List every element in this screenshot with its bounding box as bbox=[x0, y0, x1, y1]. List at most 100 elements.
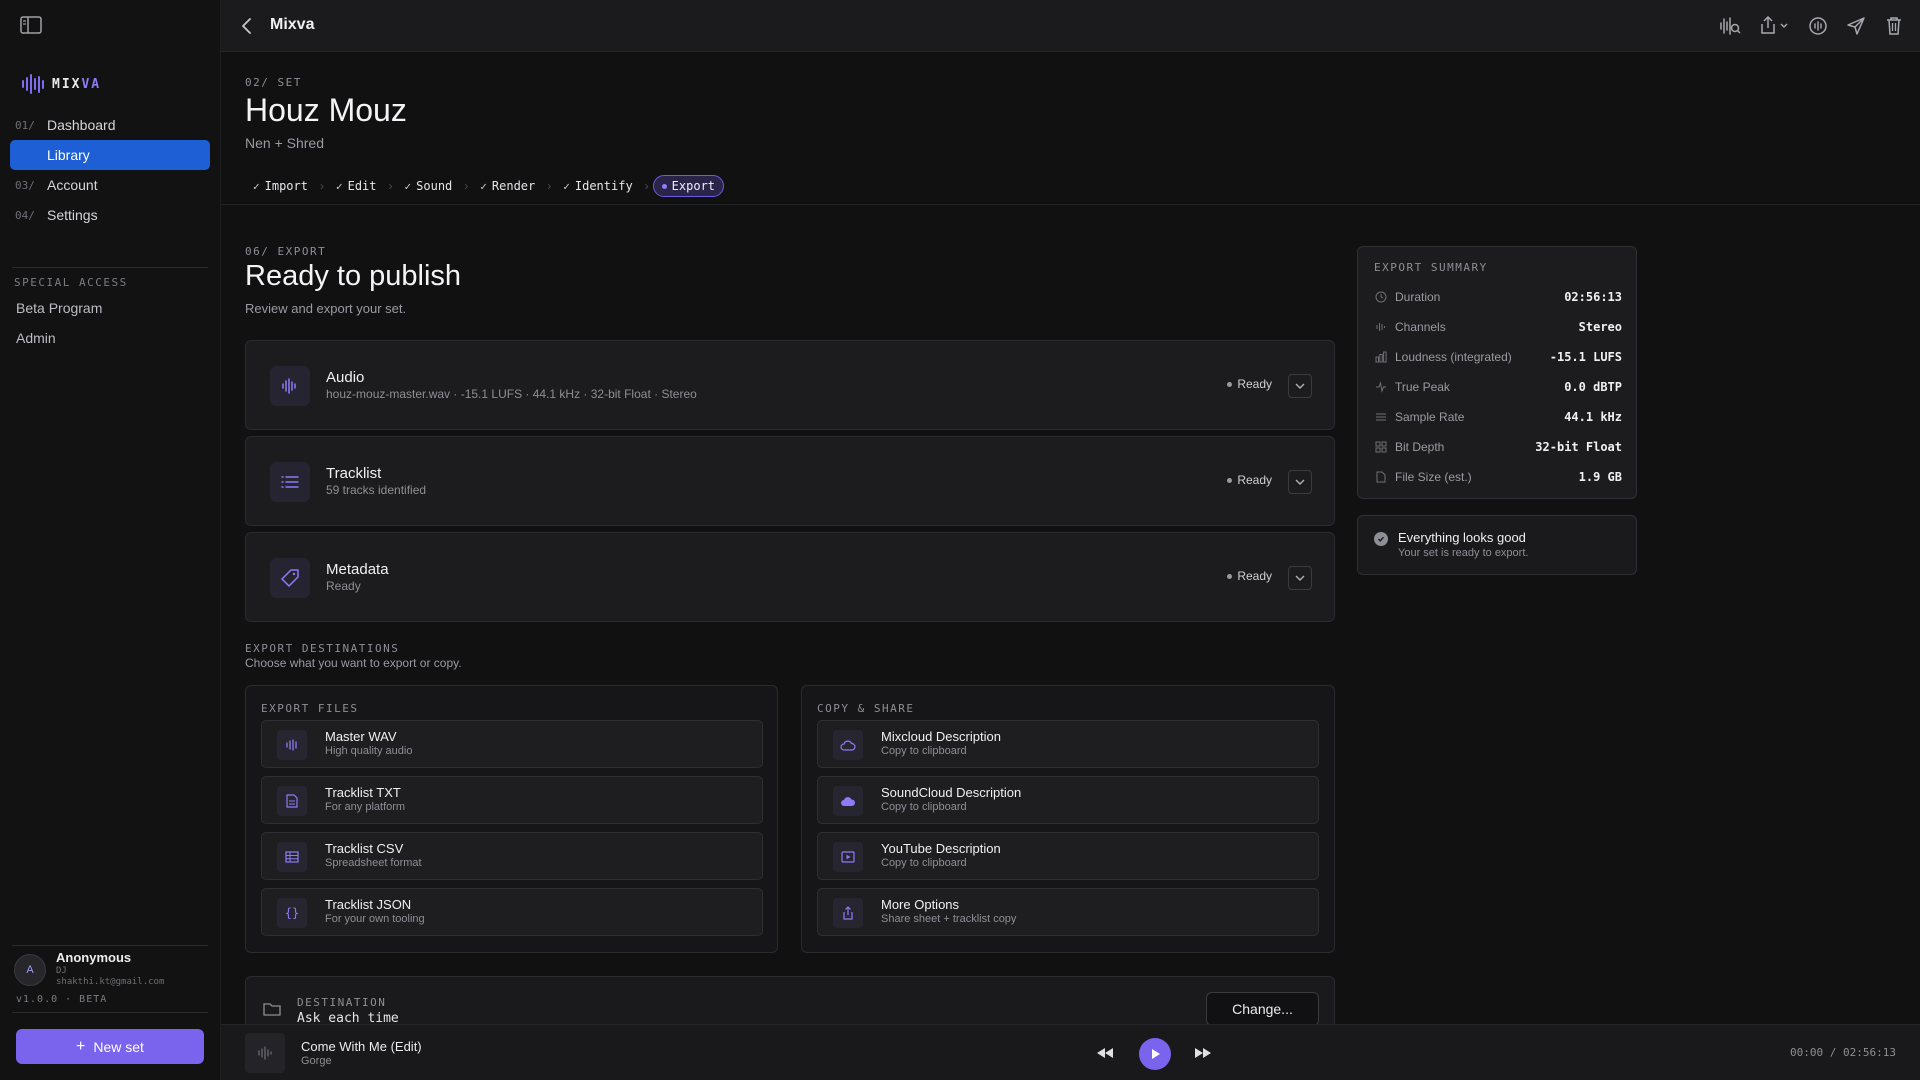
table-icon bbox=[277, 842, 307, 872]
youtube-description-option[interactable]: YouTube Description Copy to clipboard bbox=[817, 832, 1319, 880]
play-box-icon bbox=[833, 842, 863, 872]
summary-row-file-size: File Size (est.) 1.9 GB bbox=[1374, 467, 1622, 487]
panel-title: COPY & SHARE bbox=[817, 702, 915, 715]
special-access-heading: SPECIAL ACCESS bbox=[14, 276, 128, 289]
section-kicker: 06/ EXPORT bbox=[245, 245, 327, 258]
loudness-icon bbox=[1374, 350, 1388, 364]
more-options-option[interactable]: More Options Share sheet + tracklist cop… bbox=[817, 888, 1319, 936]
option-title: Tracklist JSON bbox=[325, 897, 412, 912]
export-files-panel: EXPORT FILES Master WAV High quality aud… bbox=[245, 685, 778, 953]
app-logo[interactable]: MIXVA bbox=[22, 74, 101, 94]
new-set-button[interactable]: + New set bbox=[16, 1029, 204, 1064]
top-bar: Mixva bbox=[221, 0, 1920, 52]
play-button[interactable] bbox=[1139, 1038, 1171, 1070]
folder-icon bbox=[263, 1002, 281, 1019]
user-role: DJ bbox=[56, 966, 67, 976]
sidebar-item-account[interactable]: 03/ Account bbox=[10, 170, 210, 200]
metadata-check-card[interactable]: Metadata Ready Ready bbox=[245, 532, 1335, 622]
step-label: Identify bbox=[574, 179, 633, 193]
send-icon[interactable] bbox=[1844, 14, 1868, 38]
logo-text: MIXVA bbox=[52, 76, 102, 92]
step-import[interactable]: ✓ Import bbox=[245, 175, 316, 197]
steps-divider bbox=[221, 204, 1920, 205]
track-title: Come With Me (Edit) bbox=[301, 1039, 422, 1054]
option-title: More Options bbox=[881, 897, 960, 912]
check-circle-icon bbox=[1374, 532, 1388, 546]
audio-check-card[interactable]: Audio houz-mouz-master.wav · -15.1 LUFS … bbox=[245, 340, 1335, 430]
status-badge: Ready bbox=[1227, 569, 1272, 583]
option-subtitle: For your own tooling bbox=[325, 913, 425, 925]
sidebar-item-admin[interactable]: Admin bbox=[16, 330, 56, 346]
expand-chevron-icon[interactable] bbox=[1288, 470, 1312, 494]
file-icon bbox=[1374, 470, 1388, 484]
rewind-icon[interactable] bbox=[1093, 1041, 1117, 1065]
mixcloud-description-option[interactable]: Mixcloud Description Copy to clipboard bbox=[817, 720, 1319, 768]
option-subtitle: Spreadsheet format bbox=[325, 857, 422, 869]
sidebar-item-beta-program[interactable]: Beta Program bbox=[16, 300, 102, 316]
chevron-right-icon: › bbox=[464, 179, 469, 193]
summary-row-duration: Duration 02:56:13 bbox=[1374, 287, 1622, 307]
channels-icon bbox=[1374, 320, 1388, 334]
tracklist-csv-option[interactable]: Tracklist CSV Spreadsheet format bbox=[261, 832, 763, 880]
chevron-right-icon: › bbox=[388, 179, 393, 193]
new-set-label: New set bbox=[93, 1038, 144, 1055]
change-destination-button[interactable]: Change... bbox=[1206, 992, 1319, 1026]
panel-title: EXPORT FILES bbox=[261, 702, 359, 715]
plus-icon: + bbox=[76, 1037, 86, 1055]
tracklist-check-card[interactable]: Tracklist 59 tracks identified Ready bbox=[245, 436, 1335, 526]
status-badge: Ready bbox=[1227, 377, 1272, 391]
sidebar-toggle-icon[interactable] bbox=[20, 16, 42, 34]
window-title: Mixva bbox=[270, 16, 315, 33]
sidebar-item-settings[interactable]: 04/ Settings bbox=[10, 200, 210, 230]
list-icon bbox=[270, 462, 310, 502]
trash-icon[interactable] bbox=[1882, 14, 1906, 38]
check-icon: ✓ bbox=[480, 179, 487, 193]
page-subtitle: Nen + Shred bbox=[245, 135, 324, 151]
logo-waveform-icon bbox=[22, 74, 44, 94]
check-icon: ✓ bbox=[335, 179, 343, 193]
card-title: Audio bbox=[326, 369, 365, 386]
sidebar-nav: 01/ Dashboard 02/ Library 03/ Account 04… bbox=[10, 110, 210, 230]
step-render[interactable]: ✓ Render bbox=[472, 175, 543, 197]
main-content: 02/ SET Houz Mouz Nen + Shred ✓ Import › … bbox=[221, 52, 1920, 1036]
page-title: Houz Mouz bbox=[245, 92, 407, 128]
tracklist-json-option[interactable]: {} Tracklist JSON For your own tooling bbox=[261, 888, 763, 936]
sidebar-item-library[interactable]: 02/ Library bbox=[10, 140, 210, 170]
track-artwork-waveform-icon bbox=[245, 1033, 285, 1073]
summary-row-loudness: Loudness (integrated) -15.1 LUFS bbox=[1374, 347, 1622, 367]
user-profile[interactable]: A Anonymous DJ shakthi.kt@gmail.com bbox=[14, 950, 164, 987]
option-title: SoundCloud Description bbox=[881, 785, 1022, 800]
active-dot-icon bbox=[661, 183, 667, 189]
copy-share-panel: COPY & SHARE Mixcloud Description Copy t… bbox=[801, 685, 1335, 953]
export-summary-panel: EXPORT SUMMARY Duration 02:56:13 Channel… bbox=[1357, 246, 1637, 499]
check-icon: ✓ bbox=[563, 179, 570, 193]
version-label: v1.0.0 · BETA bbox=[16, 994, 108, 1005]
step-export[interactable]: Export bbox=[652, 175, 725, 197]
tracklist-txt-option[interactable]: Tracklist TXT For any platform bbox=[261, 776, 763, 824]
section-title: Ready to publish bbox=[245, 260, 462, 292]
share-icon bbox=[833, 898, 863, 928]
back-chevron-icon[interactable] bbox=[237, 16, 257, 36]
sidebar-item-number: 03/ bbox=[15, 178, 35, 192]
option-subtitle: Copy to clipboard bbox=[881, 857, 967, 869]
share-menu-icon[interactable] bbox=[1756, 14, 1792, 38]
step-identify[interactable]: ✓ Identify bbox=[555, 175, 640, 197]
step-sound[interactable]: ✓ Sound bbox=[397, 175, 461, 197]
fast-forward-icon[interactable] bbox=[1191, 1041, 1215, 1065]
cloud-outline-icon bbox=[833, 730, 863, 760]
option-subtitle: Copy to clipboard bbox=[881, 801, 967, 813]
step-label: Sound bbox=[416, 179, 453, 193]
option-title: Tracklist TXT bbox=[325, 785, 401, 800]
audio-analyze-icon[interactable] bbox=[1718, 14, 1742, 38]
master-wav-option[interactable]: Master WAV High quality audio bbox=[261, 720, 763, 768]
option-title: Tracklist CSV bbox=[325, 841, 404, 856]
broadcast-icon[interactable] bbox=[1806, 14, 1830, 38]
expand-chevron-icon[interactable] bbox=[1288, 566, 1312, 590]
sidebar: MIXVA 01/ Dashboard 02/ Library 03/ Acco… bbox=[0, 0, 221, 1080]
sidebar-item-dashboard[interactable]: 01/ Dashboard bbox=[10, 110, 210, 140]
step-edit[interactable]: ✓ Edit bbox=[328, 175, 385, 197]
destinations-subtitle: Choose what you want to export or copy. bbox=[245, 656, 462, 670]
soundcloud-description-option[interactable]: SoundCloud Description Copy to clipboard bbox=[817, 776, 1319, 824]
status-badge: Ready bbox=[1227, 473, 1272, 487]
expand-chevron-icon[interactable] bbox=[1288, 374, 1312, 398]
